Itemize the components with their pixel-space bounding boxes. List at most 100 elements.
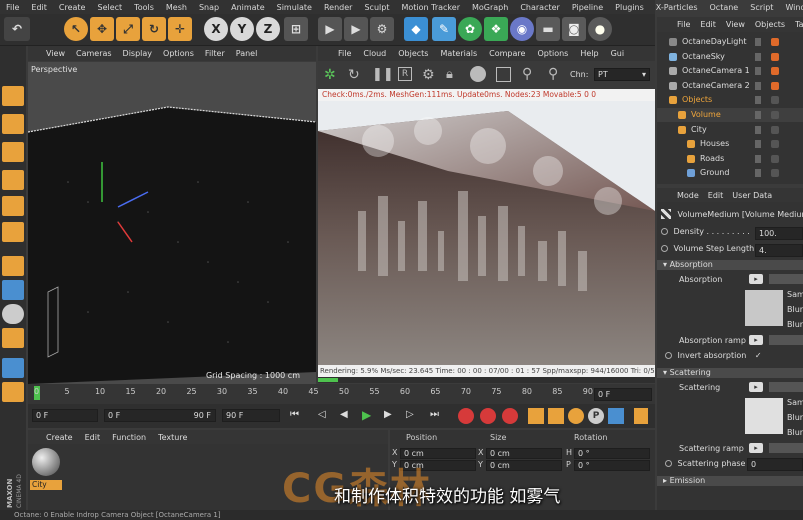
- timeline-ruler[interactable]: 0 5 10 15 20 25 30 35 40 45 50 55 60 65 70 75 80 85 90 0 F: [28, 384, 655, 404]
- pick-material-icon[interactable]: ⚲: [548, 66, 558, 82]
- previous-key-icon[interactable]: ◁: [318, 409, 326, 420]
- undo-icon[interactable]: ↶: [4, 17, 30, 41]
- visibility-dots[interactable]: [755, 52, 761, 61]
- material-menu-create[interactable]: Create: [46, 433, 73, 442]
- last-tool-icon[interactable]: ✛: [168, 17, 192, 41]
- object-menu-ta[interactable]: Ta: [795, 20, 803, 29]
- menu-mesh[interactable]: Mesh: [166, 3, 187, 12]
- coordinate-system-icon[interactable]: ⊞: [284, 17, 308, 41]
- visibility-dots[interactable]: [755, 67, 761, 76]
- size-field[interactable]: 0 cm: [486, 460, 562, 471]
- menu-tools[interactable]: Tools: [134, 3, 154, 12]
- pick-focus-icon[interactable]: ⚲: [522, 66, 532, 82]
- density-field[interactable]: 100.: [755, 227, 803, 240]
- channel-select[interactable]: PT ▾: [594, 68, 650, 81]
- tag-icon[interactable]: [771, 140, 779, 149]
- scattering-ramp-arrow[interactable]: ▸: [749, 443, 763, 453]
- size-field[interactable]: 0 cm: [486, 448, 562, 459]
- menu-window[interactable]: Window: [785, 3, 803, 12]
- tweak-mode-icon[interactable]: [2, 280, 24, 300]
- points-mode-icon[interactable]: [2, 170, 24, 190]
- menu-snap[interactable]: Snap: [199, 3, 219, 12]
- pen-icon[interactable]: ✎: [432, 17, 456, 41]
- object-menu-objects[interactable]: Objects: [755, 20, 785, 29]
- menu-script[interactable]: Script: [750, 3, 773, 12]
- floor-icon[interactable]: ▬: [536, 17, 560, 41]
- material-menu-function[interactable]: Function: [112, 433, 146, 442]
- go-to-start-icon[interactable]: ⏮: [290, 409, 299, 420]
- visibility-dots[interactable]: [755, 81, 761, 90]
- auto-key-icon[interactable]: [480, 408, 496, 424]
- menu-file[interactable]: File: [6, 3, 19, 12]
- material-menu-edit[interactable]: Edit: [85, 433, 101, 442]
- edges-mode-icon[interactable]: [2, 196, 24, 216]
- absorption-swatch[interactable]: [745, 290, 783, 326]
- menu-create[interactable]: Create: [59, 3, 86, 12]
- x-axis-button[interactable]: X: [204, 17, 228, 41]
- scale-icon[interactable]: ⤢: [116, 17, 140, 41]
- start-frame-field[interactable]: 0 F: [32, 409, 98, 422]
- deformer-icon[interactable]: ◉: [510, 17, 534, 41]
- menu-edit[interactable]: Edit: [31, 3, 47, 12]
- render-settings-icon[interactable]: ⚙: [370, 17, 394, 41]
- visibility-dots[interactable]: [755, 125, 761, 134]
- tag-icon[interactable]: [771, 154, 779, 163]
- snap-icon[interactable]: [2, 304, 24, 324]
- object-row[interactable]: Objects: [657, 93, 803, 107]
- invert-absorption-row[interactable]: Invert absorption ✓: [665, 351, 803, 360]
- viewport-menu-filter[interactable]: Filter: [205, 49, 225, 58]
- material-ball-icon[interactable]: [470, 66, 486, 82]
- axis-mode-icon[interactable]: [2, 256, 24, 276]
- octane-menu-gui[interactable]: Gui: [611, 49, 625, 58]
- object-row[interactable]: OctaneCamera 2: [657, 79, 803, 93]
- end-frame-field[interactable]: 90 F: [222, 409, 280, 422]
- step-length-field[interactable]: 4.: [755, 244, 803, 257]
- object-menu-edit[interactable]: Edit: [700, 20, 716, 29]
- scale-key-icon[interactable]: [548, 408, 564, 424]
- attribute-menu-mode[interactable]: Mode: [677, 191, 699, 200]
- menu-character[interactable]: Character: [520, 3, 560, 12]
- object-row[interactable]: Roads: [657, 152, 803, 166]
- parameter-key-icon[interactable]: P: [588, 408, 604, 424]
- record-key-icon[interactable]: [458, 408, 474, 424]
- invert-absorption-checkbox[interactable]: ✓: [755, 351, 762, 360]
- scattering-ramp-field[interactable]: [769, 443, 803, 453]
- scattering-section[interactable]: ▾ Scattering: [657, 368, 803, 378]
- frame-icon[interactable]: [496, 67, 511, 82]
- render-view-icon[interactable]: ▶: [318, 17, 342, 41]
- subdivision-icon[interactable]: ✿: [458, 17, 482, 41]
- visibility-dots[interactable]: [755, 111, 761, 119]
- material-name[interactable]: City: [30, 480, 62, 490]
- workplane-mode-icon[interactable]: [2, 142, 24, 162]
- visibility-dots[interactable]: [755, 38, 761, 46]
- tag-icon[interactable]: [771, 38, 779, 46]
- scattering-arrow-button[interactable]: ▸: [749, 382, 763, 392]
- octane-render-view[interactable]: [318, 101, 655, 365]
- step-animate-icon[interactable]: [661, 245, 668, 252]
- grid-icon[interactable]: [2, 358, 24, 378]
- octane-menu-objects[interactable]: Objects: [398, 49, 428, 58]
- lock-icon[interactable]: 🔒︎: [446, 67, 453, 82]
- rotate-icon[interactable]: ↻: [142, 17, 166, 41]
- visibility-dots[interactable]: [755, 96, 761, 105]
- timeline-window-icon[interactable]: [634, 408, 648, 424]
- position-key-icon[interactable]: [528, 408, 544, 424]
- z-axis-button[interactable]: Z: [256, 17, 280, 41]
- absorption-ramp-arrow[interactable]: ▸: [749, 335, 763, 345]
- emission-section[interactable]: ▸ Emission: [657, 476, 803, 486]
- settings-gear-icon[interactable]: ⚙: [422, 67, 435, 83]
- magnet-icon[interactable]: [2, 328, 24, 348]
- menu-animate[interactable]: Animate: [231, 3, 265, 12]
- object-row[interactable]: Houses: [657, 137, 803, 151]
- tag-icon[interactable]: [771, 81, 779, 90]
- visibility-dots[interactable]: [755, 140, 761, 149]
- visibility-dots[interactable]: [755, 154, 761, 163]
- live-select-icon[interactable]: ↖: [64, 17, 88, 41]
- menu-pipeline[interactable]: Pipeline: [572, 3, 603, 12]
- tag-icon[interactable]: [771, 125, 779, 134]
- octane-menu-materials[interactable]: Materials: [440, 49, 477, 58]
- octane-menu-help[interactable]: Help: [580, 49, 598, 58]
- rotation-key-icon[interactable]: [568, 408, 584, 424]
- viewport-menu-display[interactable]: Display: [123, 49, 153, 58]
- menu-plugins[interactable]: Plugins: [615, 3, 644, 12]
